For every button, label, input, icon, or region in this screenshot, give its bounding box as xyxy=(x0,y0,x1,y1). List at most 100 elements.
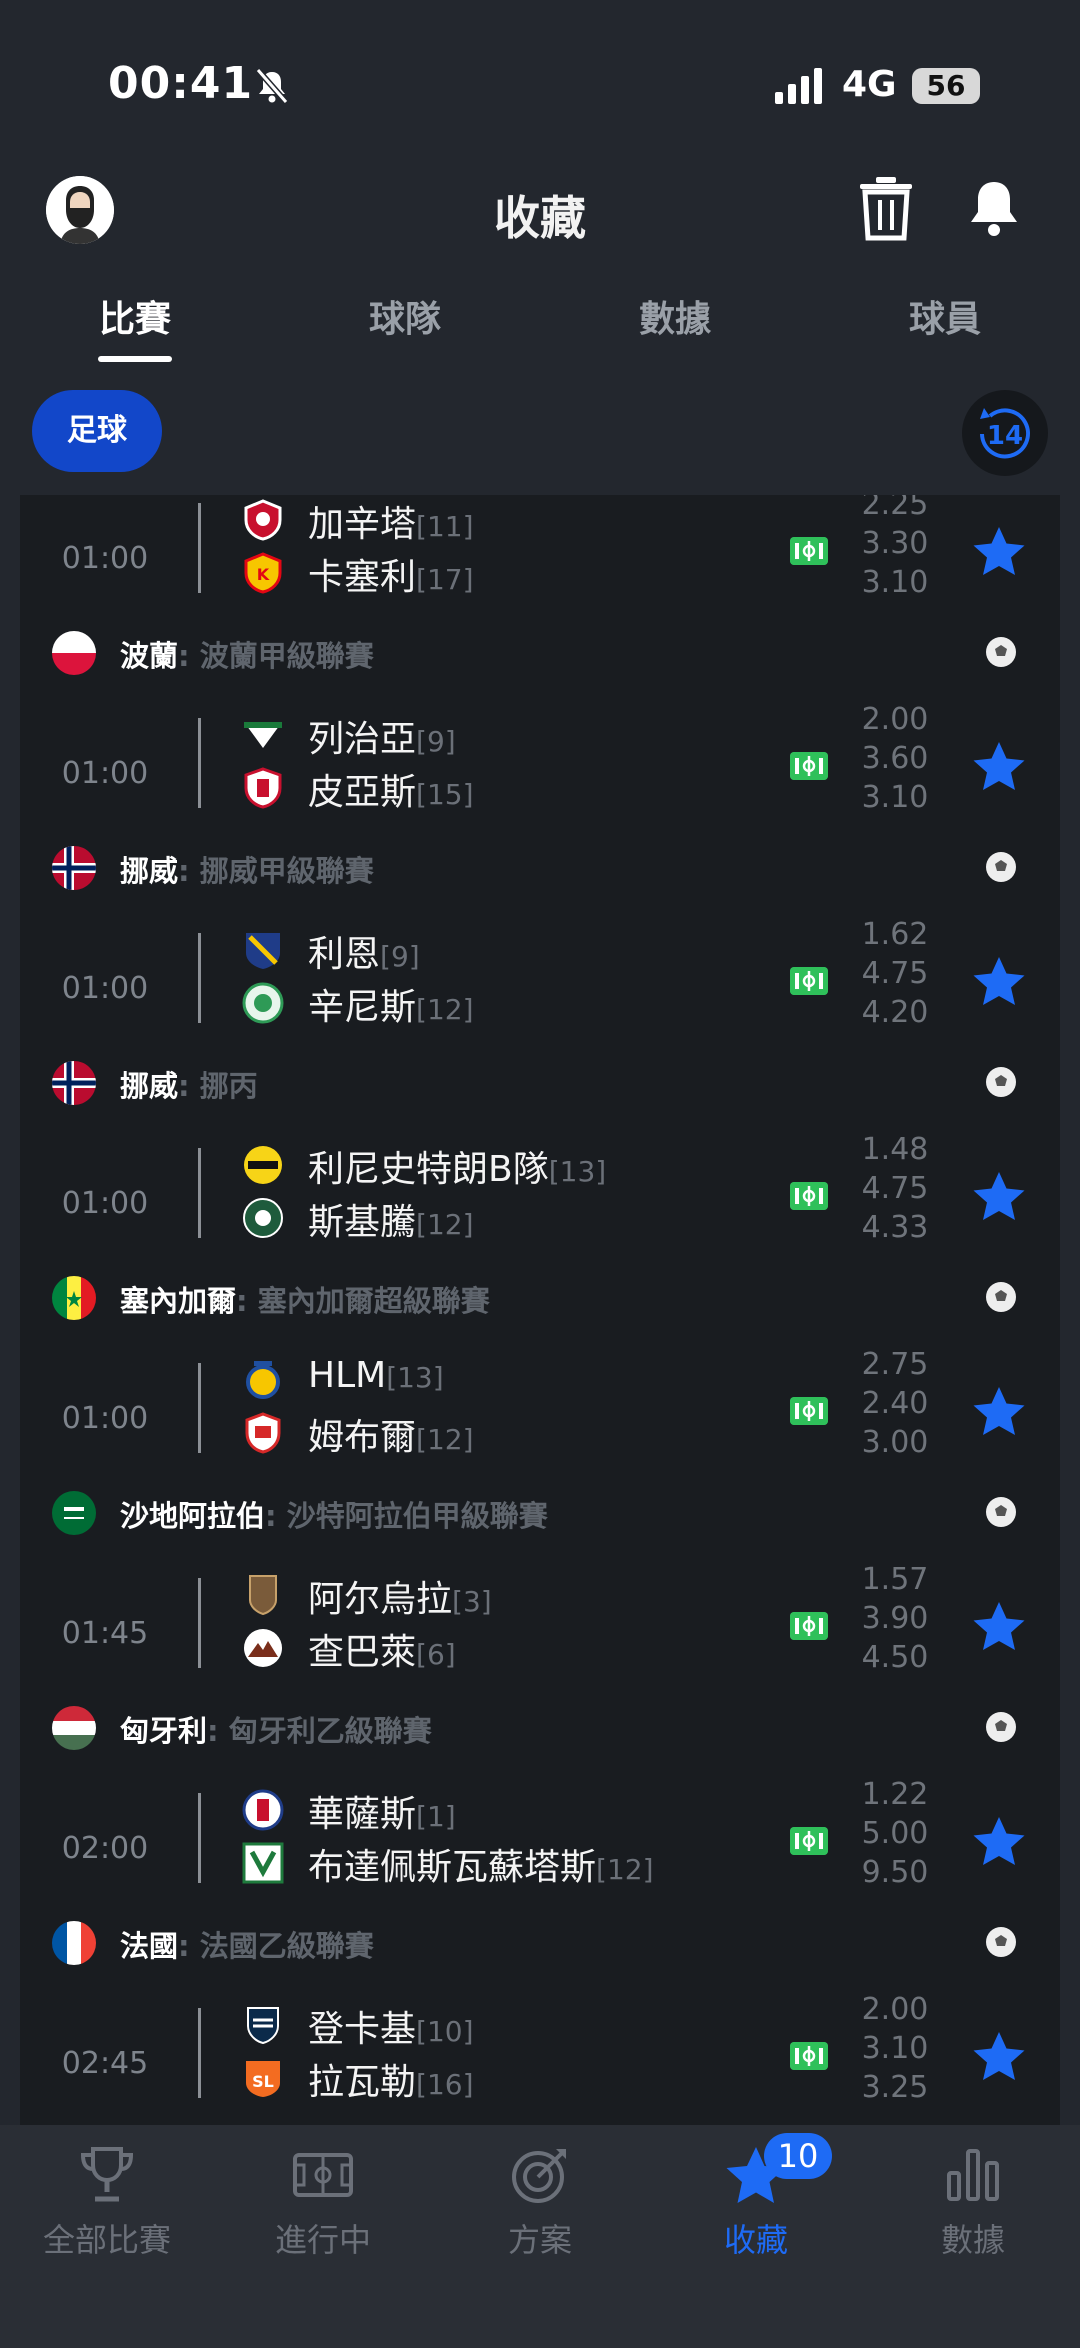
match-row[interactable]: 01:45 阿尔烏拉[3] 查巴萊[6] 1.57 3.90 4.50 xyxy=(20,1562,1060,1705)
target-icon xyxy=(512,2149,566,2203)
match-divider xyxy=(198,1363,201,1453)
live-tv-icon[interactable] xyxy=(790,752,828,780)
star-icon[interactable] xyxy=(972,525,1026,577)
nav-live[interactable]: 進行中 xyxy=(233,2143,413,2261)
odds-column: 2.00 3.10 3.25 xyxy=(850,1990,940,2107)
network-type: 4G xyxy=(842,64,897,105)
team-name: 加辛塔 xyxy=(308,504,417,545)
team-rank: [11] xyxy=(416,510,474,543)
norway-flag-icon xyxy=(52,846,96,890)
league-country: 法國 xyxy=(120,1929,179,1963)
league-header: 沙地阿拉伯: 沙特阿拉伯甲級聯賽 xyxy=(20,1473,1060,1553)
nav-all-matches[interactable]: 全部比賽 xyxy=(17,2143,197,2261)
team-rank: [9] xyxy=(416,725,456,758)
odds-draw: 5.00 xyxy=(861,1816,929,1851)
star-icon[interactable] xyxy=(972,1170,1026,1222)
team-logo-icon xyxy=(242,1789,284,1831)
soccer-ball-icon xyxy=(986,1282,1016,1312)
team-rank: [12] xyxy=(416,1208,474,1241)
star-icon[interactable] xyxy=(972,2030,1026,2082)
tab-bar: 比賽 球隊 數據 球員 xyxy=(0,290,1080,370)
star-icon[interactable] xyxy=(972,1385,1026,1437)
senegal-flag-icon xyxy=(52,1276,96,1320)
match-time: 01:00 xyxy=(61,1186,149,1221)
match-row[interactable]: 01:00 HLM[13] 姆布爾[12] 2.75 2.40 3.00 xyxy=(20,1347,1060,1490)
live-tv-icon[interactable] xyxy=(790,1612,828,1640)
team-name: 卡塞利 xyxy=(308,557,417,598)
soccer-ball-icon xyxy=(986,1067,1016,1097)
team-rank: [9] xyxy=(380,940,420,973)
match-row[interactable]: 02:45 登卡基[10] SL 拉瓦勒[16] 2.00 3.10 3.25 xyxy=(20,1992,1060,2125)
match-time: 02:00 xyxy=(61,1831,149,1866)
sport-filter-chip[interactable]: 足球 xyxy=(32,390,162,472)
odds-home: 1.57 xyxy=(861,1562,929,1597)
match-time: 01:45 xyxy=(61,1616,149,1651)
match-divider xyxy=(198,503,201,593)
team-logo-icon xyxy=(242,982,284,1024)
match-row[interactable]: 02:00 華薩斯[1] 布達佩斯瓦蘇塔斯[12] 1.22 5.00 9.50 xyxy=(20,1777,1060,1920)
live-tv-icon[interactable] xyxy=(790,537,828,565)
team-rank: [12] xyxy=(596,1853,654,1886)
odds-draw: 3.60 xyxy=(861,741,929,776)
odds-away: 4.33 xyxy=(861,1210,929,1245)
league-header: 匈牙利: 匈牙利乙級聯賽 xyxy=(20,1688,1060,1768)
tab-players[interactable]: 球員 xyxy=(845,290,1045,342)
team-logo-icon xyxy=(247,2007,279,2045)
match-row[interactable]: 01:00 利尼史特朗B隊[13] 斯基騰[12] 1.48 4.75 4.33 xyxy=(20,1132,1060,1275)
header: 收藏 xyxy=(0,160,1080,270)
star-icon[interactable] xyxy=(972,955,1026,1007)
bell-icon[interactable] xyxy=(966,178,1022,240)
league-name: : 挪丙 xyxy=(178,1069,258,1103)
trash-icon[interactable] xyxy=(858,176,914,242)
odds-draw: 4.75 xyxy=(861,956,929,991)
star-icon[interactable] xyxy=(972,1815,1026,1867)
league-name: : 法國乙級聯賽 xyxy=(178,1929,374,1963)
team-logo-icon xyxy=(246,933,280,969)
match-row[interactable]: 01:00 利恩[9] 辛尼斯[12] 1.62 4.75 4.20 xyxy=(20,917,1060,1060)
odds-home: 2.25 xyxy=(861,495,929,522)
star-icon[interactable] xyxy=(972,740,1026,792)
nav-plans[interactable]: 方案 xyxy=(450,2143,630,2261)
team-logo-icon xyxy=(242,1842,284,1884)
match-divider xyxy=(198,1148,201,1238)
league-header: 法國: 法國乙級聯賽 xyxy=(20,1903,1060,1983)
team-logo-icon: SL xyxy=(246,2061,280,2097)
match-divider xyxy=(198,718,201,808)
live-tv-icon[interactable] xyxy=(790,1827,828,1855)
nav-favorites[interactable]: 收藏 10 xyxy=(666,2133,846,2261)
team-logo-icon: K xyxy=(244,552,282,594)
tab-teams[interactable]: 球隊 xyxy=(305,290,505,342)
odds-draw: 4.75 xyxy=(861,1171,929,1206)
live-tv-icon[interactable] xyxy=(790,967,828,995)
match-row[interactable]: 01:00 列治亞[9] 皮亞斯[15] 2.00 3.60 3.10 xyxy=(20,702,1060,845)
tab-active-indicator xyxy=(98,356,172,362)
match-row[interactable]: 01:00 加辛塔[11] K 卡塞利[17] 2.25 3.30 3.10 xyxy=(20,495,1060,630)
nav-label: 方案 xyxy=(507,2221,572,2259)
team-name: 登卡基 xyxy=(308,2009,417,2050)
france-flag-icon xyxy=(52,1921,96,1965)
nav-stats[interactable]: 數據 xyxy=(883,2143,1063,2261)
team-logo-icon xyxy=(245,1412,281,1454)
poland-flag-icon xyxy=(52,631,96,675)
team-rank: [13] xyxy=(386,1361,444,1394)
team-logo-icon xyxy=(244,767,282,809)
page-title: 收藏 xyxy=(494,191,586,245)
nav-label: 全部比賽 xyxy=(42,2221,171,2259)
live-tv-icon[interactable] xyxy=(790,1182,828,1210)
trophy-icon xyxy=(80,2147,134,2202)
league-country: 匈牙利 xyxy=(120,1714,208,1748)
live-tv-icon[interactable] xyxy=(790,2042,828,2070)
team-name: 皮亞斯 xyxy=(308,772,417,813)
team-logo-icon xyxy=(246,1361,280,1399)
tab-matches[interactable]: 比賽 xyxy=(35,290,235,342)
star-icon[interactable] xyxy=(972,1600,1026,1652)
live-tv-icon[interactable] xyxy=(790,1397,828,1425)
tab-data[interactable]: 數據 xyxy=(575,290,775,342)
match-divider xyxy=(198,2008,201,2098)
match-time: 01:00 xyxy=(61,541,149,576)
odds-draw: 3.10 xyxy=(861,2031,929,2066)
team-name: 華薩斯 xyxy=(308,1794,417,1835)
history-button[interactable]: 14 xyxy=(962,390,1048,476)
league-name: : 波蘭甲級聯賽 xyxy=(178,639,374,673)
saudi-arabia-flag-icon xyxy=(52,1491,96,1535)
